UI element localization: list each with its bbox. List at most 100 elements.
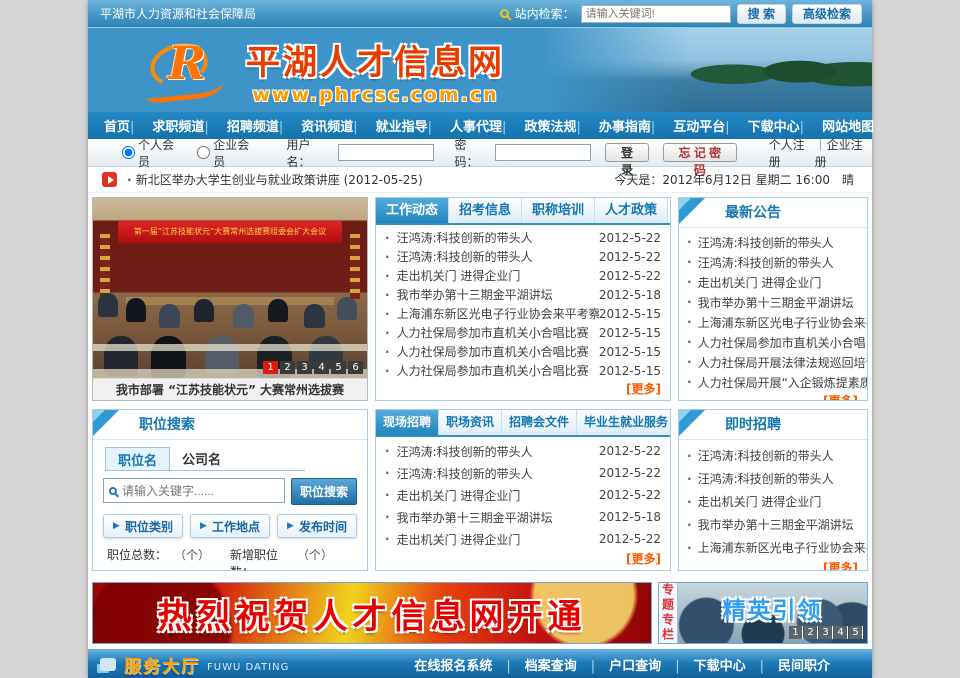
news-title[interactable]: 我市举办第十三期金平湖讲坛 [397, 509, 553, 526]
nav-item[interactable]: 互动平台 [651, 116, 725, 135]
news-title[interactable]: 我市举办第十三期金平湖讲坛 [397, 286, 553, 303]
news-tab[interactable]: 工作动态 [376, 198, 449, 223]
news-row[interactable]: 汪鸿涛:科技创新的带头人 2012-5-22 [376, 228, 670, 247]
news-title[interactable]: 走出机关门 进得企业门 [397, 267, 521, 284]
instant-job-row[interactable]: 我市举办第十三期金平湖讲坛 [679, 513, 867, 536]
news-tab[interactable]: 人才政策 [595, 198, 668, 223]
nav-item[interactable]: 办事指南 [576, 116, 650, 135]
nav-item[interactable]: 就业指导 [353, 116, 427, 135]
news-row[interactable]: 我市举办第十三期金平湖讲坛 2012-5-18 [376, 285, 670, 304]
nav-item[interactable]: 下载中心 [725, 116, 799, 135]
news-row[interactable]: 走出机关门 进得企业门 2012-5-22 [376, 266, 670, 285]
announcement-row[interactable]: 汪鸿涛:科技创新的带头人 [679, 232, 867, 252]
news-row[interactable]: 人力社保局参加市直机关小合唱比赛 2012-5-15 [376, 342, 670, 361]
footer-link[interactable]: 在线报名系统 [414, 655, 492, 674]
special-topic-banner[interactable]: 专题专栏 精英引领 12345 [658, 582, 868, 644]
banner-pager-item[interactable]: 1 [789, 626, 803, 639]
banner-pager-item[interactable]: 3 [819, 626, 833, 639]
advanced-search-button[interactable]: 高级检索 [792, 4, 862, 24]
footer-link[interactable]: 下载中心 [661, 655, 745, 674]
news-row[interactable]: 人力社保局参加市直机关小合唱比赛 2012-5-15 [376, 323, 670, 342]
nav-item[interactable]: 人事代理 [428, 116, 502, 135]
banner-pager-item[interactable]: 5 [849, 626, 863, 639]
company-member-option[interactable]: 企业会员 [197, 136, 258, 170]
news-row[interactable]: 走出机关门 进得企业门 2012-5-22 [376, 484, 670, 506]
photo-pager-item[interactable]: 4 [314, 361, 329, 374]
photo-pager-item[interactable]: 3 [297, 361, 312, 374]
personal-member-radio[interactable] [122, 146, 135, 159]
news-title[interactable]: 人力社保局参加市直机关小合唱比赛 [397, 324, 589, 341]
job-search-button[interactable]: 职位搜索 [291, 478, 357, 505]
news-title[interactable]: 上海浦东新区光电子行业协会来平考察 [397, 305, 599, 322]
photo-pager-item[interactable]: 1 [263, 361, 278, 374]
instant-job-row[interactable]: 上海浦东新区光电子行业协会来平考 [679, 536, 867, 559]
news-row[interactable]: 我市举办第十三期金平湖讲坛 2012-5-18 [376, 506, 670, 528]
personal-member-option[interactable]: 个人会员 [122, 136, 183, 170]
news-title[interactable]: 走出机关门 进得企业门 [397, 531, 521, 548]
carousel-photo[interactable]: 第一届“江苏技能状元”大赛常州选拔赛组委会扩大会议 [93, 198, 367, 378]
photo-pager-item[interactable]: 2 [280, 361, 295, 374]
announcement-row[interactable]: 人力社保局开展法律法规巡回培训 [679, 352, 867, 372]
personal-register-link[interactable]: 个人注册 [769, 136, 815, 170]
job-search-tab[interactable]: 公司名 [170, 447, 233, 470]
footer-link[interactable]: 档案查询 [492, 655, 576, 674]
job-search-tab[interactable]: 职位名 [105, 447, 170, 470]
company-register-link[interactable]: 企业注册 [815, 136, 872, 170]
more-link[interactable]: [更多] [679, 559, 867, 571]
photo-pager-item[interactable]: 5 [331, 361, 346, 374]
news-title[interactable]: 汪鸿涛:科技创新的带头人 [397, 248, 533, 265]
nav-item[interactable]: 资讯频道 [279, 116, 353, 135]
job-keyword-input[interactable] [122, 484, 279, 498]
recruit-tab[interactable]: 现场招聘 [376, 410, 439, 435]
news-title[interactable]: 汪鸿涛:科技创新的带头人 [397, 443, 533, 460]
news-tab[interactable]: 职称培训 [522, 198, 595, 223]
login-button[interactable]: 登 录 [605, 143, 649, 162]
celebration-banner[interactable]: 热烈祝贺人才信息网开通 [92, 582, 652, 644]
news-row[interactable]: 汪鸿涛:科技创新的带头人 2012-5-22 [376, 440, 670, 462]
nav-item[interactable]: 求职频道 [130, 116, 204, 135]
job-filter-button[interactable]: ▶工作地点 [190, 514, 270, 538]
forgot-password-button[interactable]: 忘 记 密 码 [663, 143, 737, 162]
announcement-row[interactable]: 上海浦东新区光电子行业协会来平考 [679, 312, 867, 332]
more-link[interactable]: [更多] [376, 550, 670, 567]
instant-job-row[interactable]: 汪鸿涛:科技创新的带头人 [679, 444, 867, 467]
news-title[interactable]: 人力社保局参加市直机关小合唱比赛 [397, 362, 589, 379]
announcement-row[interactable]: 人力社保局参加市直机关小合唱比赛 [679, 332, 867, 352]
news-title[interactable]: 人力社保局参加市直机关小合唱比赛 [397, 343, 589, 360]
recruit-tab[interactable]: 招聘会文件 [502, 410, 577, 435]
password-field[interactable] [495, 144, 591, 161]
nav-item[interactable]: 招聘频道 [204, 116, 278, 135]
footer-link[interactable]: 民间职介 [746, 655, 830, 674]
news-tab[interactable]: 招考信息 [449, 198, 522, 223]
more-link[interactable]: [更多] [376, 380, 670, 397]
job-filter-button[interactable]: ▶职位类别 [103, 514, 183, 538]
instant-job-row[interactable]: 走出机关门 进得企业门 [679, 490, 867, 513]
more-link[interactable]: [更多] [679, 392, 867, 401]
announcement-row[interactable]: 汪鸿涛:科技创新的带头人 [679, 252, 867, 272]
banner-pager-item[interactable]: 4 [834, 626, 848, 639]
photo-pager-item[interactable]: 6 [348, 361, 363, 374]
site-search-input[interactable] [581, 5, 731, 23]
nav-item[interactable]: 网站地图 [800, 116, 874, 135]
news-row[interactable]: 人力社保局参加市直机关小合唱比赛 2012-5-15 [376, 361, 670, 380]
nav-item[interactable]: 政策法规 [502, 116, 576, 135]
recruit-tab[interactable]: 毕业生就业服务 [577, 410, 671, 435]
job-filter-button[interactable]: ▶发布时间 [277, 514, 357, 538]
username-field[interactable] [338, 144, 434, 161]
announcement-row[interactable]: 人力社保局开展“入企锻炼提素质” [679, 372, 867, 392]
news-title[interactable]: 汪鸿涛:科技创新的带头人 [397, 465, 533, 482]
news-row[interactable]: 汪鸿涛:科技创新的带头人 2012-5-22 [376, 462, 670, 484]
nav-item[interactable]: 首页 [104, 116, 130, 135]
search-button[interactable]: 搜 索 [737, 4, 786, 24]
photo-caption[interactable]: 我市部署 “江苏技能状元” 大赛常州选拔赛 [93, 378, 367, 400]
ticker-news-link[interactable]: 新北区举办大学生创业与就业政策讲座 (2012-05-25) [127, 171, 423, 188]
footer-link[interactable]: 户口查询 [577, 655, 661, 674]
instant-job-row[interactable]: 汪鸿涛:科技创新的带头人 [679, 467, 867, 490]
news-title[interactable]: 汪鸿涛:科技创新的带头人 [397, 229, 533, 246]
announcement-row[interactable]: 我市举办第十三期金平湖讲坛 [679, 292, 867, 312]
banner-pager-item[interactable]: 2 [804, 626, 818, 639]
news-row[interactable]: 上海浦东新区光电子行业协会来平考察 2012-5-15 [376, 304, 670, 323]
news-row[interactable]: 汪鸿涛:科技创新的带头人 2012-5-22 [376, 247, 670, 266]
company-member-radio[interactable] [197, 146, 210, 159]
news-title[interactable]: 走出机关门 进得企业门 [397, 487, 521, 504]
